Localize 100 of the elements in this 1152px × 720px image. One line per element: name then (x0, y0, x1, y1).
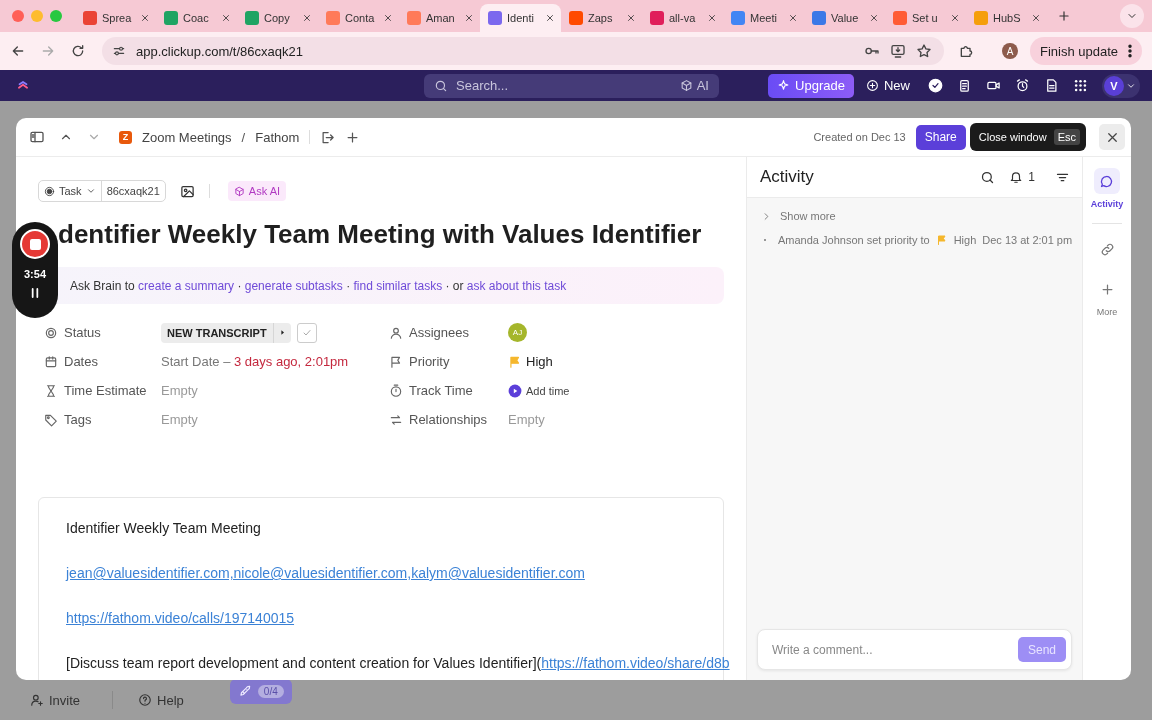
browser-tab[interactable]: Zaps (561, 4, 642, 32)
close-icon[interactable] (788, 13, 798, 23)
notifications-button[interactable]: 1 (1009, 170, 1035, 184)
person-plus-icon (30, 693, 44, 707)
invite-button[interactable]: Invite (30, 692, 81, 708)
ask-brain-link[interactable]: generate subtasks (244, 278, 343, 293)
close-icon[interactable] (140, 13, 150, 23)
close-icon[interactable] (302, 13, 312, 23)
status-button[interactable]: NEW TRANSCRIPT (161, 322, 291, 343)
alarm-icon[interactable] (1015, 78, 1030, 93)
close-icon[interactable] (221, 13, 231, 23)
stop-recording-button[interactable] (20, 229, 50, 259)
ask-brain-link[interactable]: create a summary (138, 278, 235, 293)
close-icon[interactable] (950, 13, 960, 23)
search-field[interactable]: Search... AI (424, 73, 719, 98)
close-icon[interactable] (464, 13, 474, 23)
close-icon[interactable] (545, 13, 555, 23)
close-icon[interactable] (1031, 13, 1041, 23)
description-link[interactable]: jean@valuesidentifier.com,nicole@valuesidentifier.com,kalym@valuesidentifier.com (66, 565, 585, 581)
ask-ai-button[interactable]: Ask AI (227, 181, 287, 201)
status-icon (44, 325, 58, 340)
address-bar[interactable]: app.clickup.com/t/86cxaqk21 (102, 37, 945, 65)
bell-icon (1009, 170, 1024, 184)
star-icon[interactable] (916, 43, 933, 59)
close-icon[interactable] (626, 13, 636, 23)
extensions-icon[interactable] (958, 43, 975, 59)
user-avatar[interactable]: V (1102, 73, 1140, 98)
share-button[interactable]: Share (915, 124, 966, 150)
stopwatch-icon (389, 383, 403, 398)
rail-tab[interactable]: Activity (1090, 168, 1124, 209)
apps-grid-icon[interactable] (1073, 78, 1088, 93)
upgrade-button[interactable]: Upgrade (768, 73, 854, 98)
created-date: Created on Dec 13 (813, 131, 906, 143)
install-icon[interactable] (890, 43, 907, 59)
arrows-icon (389, 412, 403, 427)
activity-text: Amanda Johnson set priority to (778, 234, 930, 246)
date-value[interactable]: 3 days ago, 2:01pm (234, 354, 349, 369)
new-button[interactable]: New (866, 78, 910, 93)
close-icon[interactable] (869, 13, 879, 23)
sparkle-icon (777, 79, 791, 92)
browser-tab[interactable]: Aman (399, 4, 480, 32)
description-link[interactable]: https://fathom.video/calls/197140015 (66, 610, 295, 626)
task-id[interactable]: 86cxaqk21 (101, 181, 165, 201)
site-settings-icon[interactable] (112, 44, 126, 58)
ask-brain-link[interactable]: find similar tasks (353, 278, 443, 293)
field-label: Assignees (409, 325, 469, 340)
caret-icon (85, 186, 96, 196)
calendar-icon (44, 354, 58, 369)
browser-tab[interactable]: Set u (885, 4, 966, 32)
browser-tab[interactable]: HubS (966, 4, 1047, 32)
sidebar-toggle-icon[interactable] (29, 129, 45, 145)
start-date-label[interactable]: Start Date – (161, 354, 234, 369)
tooltip-text: Close window (978, 131, 1047, 143)
ask-brain-link[interactable]: ask about this task (466, 278, 567, 293)
field-label: Dates (64, 354, 98, 369)
browser-tab[interactable]: Copy (237, 4, 318, 32)
browser-tab[interactable]: Value (804, 4, 885, 32)
breadcrumb-link[interactable]: Zoom Meetings (142, 129, 232, 145)
search-icon (434, 78, 448, 93)
export-icon[interactable] (320, 129, 336, 145)
check-circle-icon[interactable] (928, 78, 943, 93)
breadcrumb-link[interactable]: Fathom (255, 129, 300, 145)
add-time-button[interactable]: Add time (508, 383, 724, 398)
browser-tab[interactable]: Coac (156, 4, 237, 32)
ai-button[interactable]: AI (679, 78, 709, 93)
rail-tab[interactable]: More (1094, 276, 1120, 317)
browser-tab[interactable]: Conta (318, 4, 399, 32)
field-label: Relationships (409, 412, 488, 427)
clipboard-icon[interactable] (957, 78, 972, 93)
tag-icon (44, 412, 58, 427)
person-icon (389, 325, 403, 340)
close-icon[interactable] (707, 13, 717, 23)
description-link[interactable]: https://fathom.video/share/d8b (541, 655, 730, 671)
field-label: Time Estimate (64, 383, 147, 398)
show-more-button[interactable]: Show more (761, 208, 1068, 224)
browser-tab[interactable]: all-va (642, 4, 723, 32)
document-icon[interactable] (1044, 78, 1059, 93)
image-icon[interactable] (179, 183, 195, 199)
flag-icon (508, 354, 522, 369)
reload-icon[interactable] (70, 43, 86, 59)
profile-avatar[interactable]: A (1002, 43, 1018, 59)
priority-value[interactable]: High (508, 354, 724, 369)
help-button[interactable]: Help (138, 692, 184, 708)
browser-tab[interactable]: Meeti (723, 4, 804, 32)
help-icon (138, 693, 153, 707)
back-icon[interactable] (10, 43, 26, 59)
task-type-chip[interactable]: Task 86cxaqk21 (38, 180, 166, 202)
close-button[interactable] (1099, 124, 1125, 150)
cube-icon (233, 185, 245, 197)
browser-tab[interactable]: Identi (480, 4, 561, 32)
plus-icon (1099, 281, 1115, 297)
plus-icon[interactable] (345, 129, 361, 145)
new-tab-icon[interactable] (1057, 9, 1071, 23)
flag-icon (389, 354, 403, 369)
status-dot-icon (44, 185, 55, 197)
close-icon[interactable] (383, 13, 393, 23)
browser-tab[interactable]: Sprea (75, 4, 156, 32)
search-icon[interactable] (980, 169, 996, 185)
recording-time: 3:54 (24, 268, 46, 280)
update-button[interactable]: Finish update (1029, 37, 1142, 65)
